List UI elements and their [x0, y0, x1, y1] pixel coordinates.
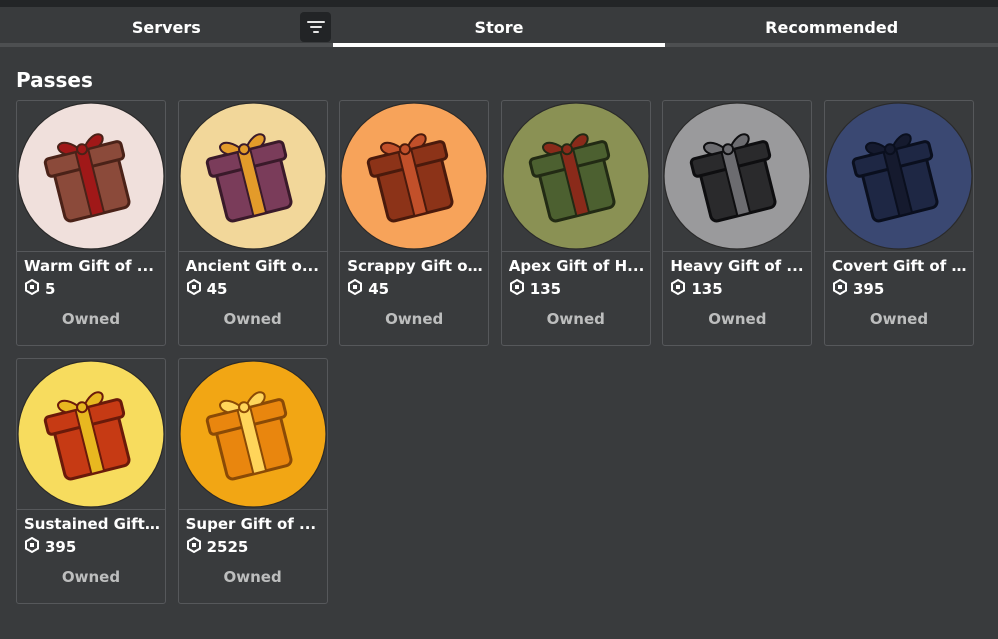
pass-card[interactable]: Heavy Gift of ... 135 Owned — [662, 100, 813, 346]
price-row: 395 — [24, 536, 77, 557]
tab-store[interactable]: Store — [332, 7, 666, 47]
price-row: 135 — [509, 278, 562, 299]
filter-lines-icon — [306, 21, 325, 33]
pass-price: 135 — [529, 280, 562, 298]
tab-underline — [332, 43, 666, 47]
pass-name[interactable]: Apex Gift of H... — [509, 257, 645, 275]
robux-icon — [186, 278, 202, 299]
covert-gift-icon[interactable] — [824, 101, 973, 252]
owned-status: Owned — [61, 568, 121, 586]
price-row: 2525 — [186, 536, 249, 557]
pass-card[interactable]: Super Gift of ... 2525 Owned — [177, 358, 328, 604]
pass-name[interactable]: Sustained Gift... — [24, 515, 160, 533]
pass-name[interactable]: Warm Gift of ... — [24, 257, 160, 275]
pass-name[interactable]: Super Gift of ... — [186, 515, 322, 533]
owned-status: Owned — [223, 568, 282, 586]
tab-label: Store — [474, 17, 524, 37]
section-title-passes: Passes — [16, 68, 93, 92]
pass-name[interactable]: Covert Gift of ... — [832, 257, 968, 275]
pass-name[interactable]: Ancient Gift o... — [186, 257, 322, 275]
pass-name[interactable]: Heavy Gift of ... — [670, 257, 806, 275]
pass-card[interactable]: Ancient Gift o... 45 Owned — [177, 100, 328, 346]
price-row: 395 — [832, 278, 885, 299]
owned-status: Owned — [223, 310, 282, 328]
tab-servers[interactable]: Servers — [0, 7, 333, 47]
price-row: 45 — [186, 278, 228, 299]
robux-icon — [24, 278, 40, 299]
pass-price: 5 — [45, 280, 56, 298]
owned-status: Owned — [546, 310, 605, 328]
robux-icon — [347, 278, 363, 299]
pass-card[interactable]: Warm Gift of ... 5 Owned — [16, 100, 166, 346]
pass-card[interactable]: Scrappy Gift o... 45 Owned — [339, 100, 490, 346]
robux-icon — [509, 278, 525, 299]
camo-gift-icon[interactable] — [501, 101, 650, 252]
owned-status: Owned — [708, 310, 767, 328]
tab-label: Recommended — [765, 17, 899, 37]
price-row: 5 — [24, 278, 56, 299]
pass-price: 2525 — [206, 538, 249, 556]
filter-button[interactable] — [300, 12, 331, 42]
pass-name[interactable]: Scrappy Gift o... — [347, 257, 483, 275]
price-row: 135 — [670, 278, 723, 299]
tab-recommended[interactable]: Recommended — [665, 7, 998, 47]
black-gift-icon[interactable] — [663, 101, 812, 252]
cylinder-gift-icon[interactable] — [17, 359, 165, 510]
pass-card[interactable]: Covert Gift of ... 395 Owned — [823, 100, 974, 346]
passes-grid: Warm Gift of ... 5 Owned Ancient Gift o.… — [16, 100, 976, 604]
robux-icon — [670, 278, 686, 299]
gold-gift-icon[interactable] — [178, 359, 327, 510]
tab-underline — [665, 43, 998, 47]
robux-icon — [832, 278, 848, 299]
top-strip — [0, 0, 998, 7]
ancient-gift-icon[interactable] — [178, 101, 327, 252]
brown-gift-icon[interactable] — [17, 101, 165, 252]
pass-price: 395 — [45, 538, 77, 556]
owned-status: Owned — [869, 310, 929, 328]
price-row: 45 — [347, 278, 390, 299]
tab-label: Servers — [131, 17, 201, 37]
tab-bar: Servers Store Recommended — [0, 7, 998, 47]
pass-price: 45 — [206, 280, 228, 298]
pass-card[interactable]: Sustained Gift... 395 Owned — [16, 358, 166, 604]
tab-underline — [0, 43, 333, 47]
owned-status: Owned — [385, 310, 444, 328]
owned-status: Owned — [61, 310, 121, 328]
pass-price: 395 — [852, 280, 885, 298]
scrappy-gift-icon[interactable] — [340, 101, 489, 252]
robux-icon — [186, 536, 202, 557]
pass-price: 135 — [691, 280, 723, 298]
pass-card[interactable]: Apex Gift of H... 135 Owned — [500, 100, 651, 346]
robux-icon — [24, 536, 40, 557]
pass-price: 45 — [368, 280, 390, 298]
